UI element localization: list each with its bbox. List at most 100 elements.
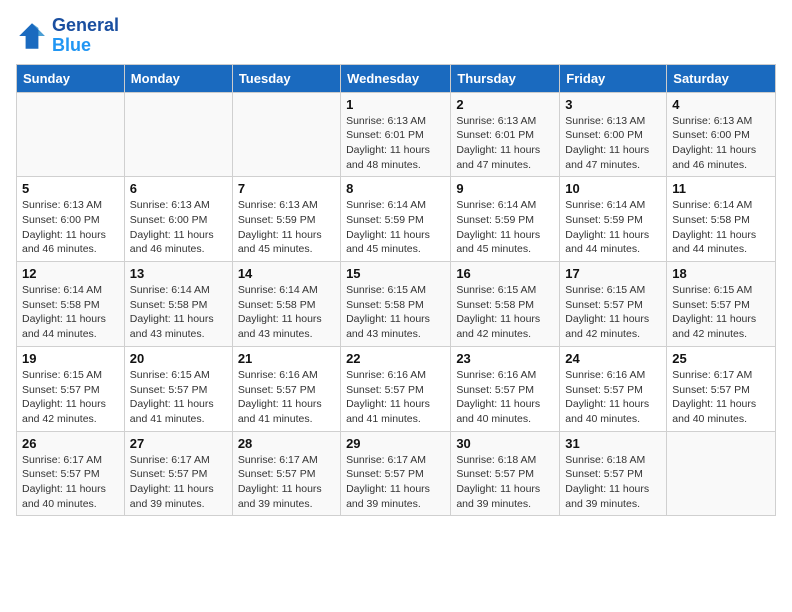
day-info: Sunrise: 6:17 AMSunset: 5:57 PMDaylight:… [22, 453, 119, 512]
calendar-cell: 1 Sunrise: 6:13 AMSunset: 6:01 PMDaylight… [341, 92, 451, 177]
day-number: 17 [565, 266, 661, 281]
calendar-cell: 26 Sunrise: 6:17 AMSunset: 5:57 PMDayligh… [17, 431, 125, 516]
calendar-cell: 29 Sunrise: 6:17 AMSunset: 5:57 PMDayligh… [341, 431, 451, 516]
day-info: Sunrise: 6:15 AMSunset: 5:58 PMDaylight:… [346, 283, 445, 342]
day-number: 23 [456, 351, 554, 366]
day-info: Sunrise: 6:14 AMSunset: 5:59 PMDaylight:… [346, 198, 445, 257]
day-number: 31 [565, 436, 661, 451]
calendar-cell: 10 Sunrise: 6:14 AMSunset: 5:59 PMDayligh… [560, 177, 667, 262]
day-number: 28 [238, 436, 335, 451]
weekday-header-tuesday: Tuesday [232, 64, 340, 92]
weekday-header-friday: Friday [560, 64, 667, 92]
day-number: 1 [346, 97, 445, 112]
calendar-cell: 24Sunrise: 6:16 AMSunset: 5:57 PMDayligh… [560, 346, 667, 431]
calendar-cell: 12 Sunrise: 6:14 AMSunset: 5:58 PMDayligh… [17, 262, 125, 347]
day-info: Sunrise: 6:18 AMSunset: 5:57 PMDaylight:… [456, 453, 554, 512]
day-number: 5 [22, 181, 119, 196]
day-info: Sunrise: 6:14 AMSunset: 5:58 PMDaylight:… [238, 283, 335, 342]
day-number: 2 [456, 97, 554, 112]
day-number: 11 [672, 181, 770, 196]
calendar-week-3: 12 Sunrise: 6:14 AMSunset: 5:58 PMDayligh… [17, 262, 776, 347]
page-header: General Blue [16, 16, 776, 56]
calendar-cell: 22Sunrise: 6:16 AMSunset: 5:57 PMDayligh… [341, 346, 451, 431]
day-info: Sunrise: 6:15 AMSunset: 5:58 PMDaylight:… [456, 283, 554, 342]
day-info: Sunrise: 6:17 AMSunset: 5:57 PMDaylight:… [238, 453, 335, 512]
weekday-header-thursday: Thursday [451, 64, 560, 92]
day-number: 18 [672, 266, 770, 281]
day-info: Sunrise: 6:13 AMSunset: 5:59 PMDaylight:… [238, 198, 335, 257]
day-info: Sunrise: 6:15 AMSunset: 5:57 PMDaylight:… [672, 283, 770, 342]
day-number: 7 [238, 181, 335, 196]
calendar-cell [232, 92, 340, 177]
calendar-cell: 16Sunrise: 6:15 AMSunset: 5:58 PMDayligh… [451, 262, 560, 347]
weekday-header-saturday: Saturday [667, 64, 776, 92]
weekday-header-row: SundayMondayTuesdayWednesdayThursdayFrid… [17, 64, 776, 92]
day-info: Sunrise: 6:14 AMSunset: 5:59 PMDaylight:… [565, 198, 661, 257]
day-info: Sunrise: 6:13 AMSunset: 6:00 PMDaylight:… [565, 114, 661, 173]
day-number: 27 [130, 436, 227, 451]
calendar-cell [17, 92, 125, 177]
day-number: 26 [22, 436, 119, 451]
calendar-cell: 8Sunrise: 6:14 AMSunset: 5:59 PMDaylight… [341, 177, 451, 262]
day-number: 30 [456, 436, 554, 451]
calendar-cell: 14Sunrise: 6:14 AMSunset: 5:58 PMDayligh… [232, 262, 340, 347]
calendar-cell: 27 Sunrise: 6:17 AMSunset: 5:57 PMDayligh… [124, 431, 232, 516]
calendar-week-1: 1 Sunrise: 6:13 AMSunset: 6:01 PMDaylight… [17, 92, 776, 177]
calendar-cell: 19 Sunrise: 6:15 AMSunset: 5:57 PMDayligh… [17, 346, 125, 431]
day-info: Sunrise: 6:18 AMSunset: 5:57 PMDaylight:… [565, 453, 661, 512]
day-info: Sunrise: 6:16 AMSunset: 5:57 PMDaylight:… [238, 368, 335, 427]
day-info: Sunrise: 6:13 AMSunset: 6:01 PMDaylight:… [456, 114, 554, 173]
day-info: Sunrise: 6:16 AMSunset: 5:57 PMDaylight:… [456, 368, 554, 427]
calendar-cell: 15Sunrise: 6:15 AMSunset: 5:58 PMDayligh… [341, 262, 451, 347]
weekday-header-monday: Monday [124, 64, 232, 92]
calendar-cell: 18 Sunrise: 6:15 AMSunset: 5:57 PMDayligh… [667, 262, 776, 347]
calendar-cell: 23 Sunrise: 6:16 AMSunset: 5:57 PMDayligh… [451, 346, 560, 431]
logo-icon [16, 20, 48, 52]
calendar-week-5: 26 Sunrise: 6:17 AMSunset: 5:57 PMDayligh… [17, 431, 776, 516]
calendar-cell: 20 Sunrise: 6:15 AMSunset: 5:57 PMDayligh… [124, 346, 232, 431]
calendar-week-2: 5 Sunrise: 6:13 AMSunset: 6:00 PMDaylight… [17, 177, 776, 262]
day-number: 3 [565, 97, 661, 112]
day-info: Sunrise: 6:17 AMSunset: 5:57 PMDaylight:… [346, 453, 445, 512]
calendar-cell [667, 431, 776, 516]
calendar-week-4: 19 Sunrise: 6:15 AMSunset: 5:57 PMDayligh… [17, 346, 776, 431]
logo: General Blue [16, 16, 119, 56]
day-number: 24 [565, 351, 661, 366]
day-number: 29 [346, 436, 445, 451]
calendar-cell: 9Sunrise: 6:14 AMSunset: 5:59 PMDaylight… [451, 177, 560, 262]
weekday-header-wednesday: Wednesday [341, 64, 451, 92]
day-number: 22 [346, 351, 445, 366]
calendar-table: SundayMondayTuesdayWednesdayThursdayFrid… [16, 64, 776, 517]
day-info: Sunrise: 6:14 AMSunset: 5:58 PMDaylight:… [672, 198, 770, 257]
calendar-cell: 28 Sunrise: 6:17 AMSunset: 5:57 PMDayligh… [232, 431, 340, 516]
day-info: Sunrise: 6:15 AMSunset: 5:57 PMDaylight:… [22, 368, 119, 427]
day-number: 21 [238, 351, 335, 366]
day-info: Sunrise: 6:14 AMSunset: 5:58 PMDaylight:… [22, 283, 119, 342]
day-number: 12 [22, 266, 119, 281]
calendar-cell: 6 Sunrise: 6:13 AMSunset: 6:00 PMDaylight… [124, 177, 232, 262]
day-number: 20 [130, 351, 227, 366]
day-number: 4 [672, 97, 770, 112]
day-number: 9 [456, 181, 554, 196]
calendar-cell: 13 Sunrise: 6:14 AMSunset: 5:58 PMDayligh… [124, 262, 232, 347]
day-info: Sunrise: 6:17 AMSunset: 5:57 PMDaylight:… [130, 453, 227, 512]
day-number: 19 [22, 351, 119, 366]
weekday-header-sunday: Sunday [17, 64, 125, 92]
day-info: Sunrise: 6:17 AMSunset: 5:57 PMDaylight:… [672, 368, 770, 427]
day-number: 13 [130, 266, 227, 281]
day-number: 10 [565, 181, 661, 196]
day-info: Sunrise: 6:13 AMSunset: 6:01 PMDaylight:… [346, 114, 445, 173]
calendar-cell: 5 Sunrise: 6:13 AMSunset: 6:00 PMDaylight… [17, 177, 125, 262]
day-info: Sunrise: 6:13 AMSunset: 6:00 PMDaylight:… [22, 198, 119, 257]
calendar-cell: 31 Sunrise: 6:18 AMSunset: 5:57 PMDayligh… [560, 431, 667, 516]
calendar-cell: 25 Sunrise: 6:17 AMSunset: 5:57 PMDayligh… [667, 346, 776, 431]
day-number: 25 [672, 351, 770, 366]
day-info: Sunrise: 6:14 AMSunset: 5:58 PMDaylight:… [130, 283, 227, 342]
day-number: 6 [130, 181, 227, 196]
calendar-cell: 4Sunrise: 6:13 AMSunset: 6:00 PMDaylight… [667, 92, 776, 177]
day-info: Sunrise: 6:15 AMSunset: 5:57 PMDaylight:… [130, 368, 227, 427]
calendar-cell: 21 Sunrise: 6:16 AMSunset: 5:57 PMDayligh… [232, 346, 340, 431]
day-info: Sunrise: 6:13 AMSunset: 6:00 PMDaylight:… [130, 198, 227, 257]
calendar-cell: 7 Sunrise: 6:13 AMSunset: 5:59 PMDaylight… [232, 177, 340, 262]
calendar-cell: 11 Sunrise: 6:14 AMSunset: 5:58 PMDayligh… [667, 177, 776, 262]
